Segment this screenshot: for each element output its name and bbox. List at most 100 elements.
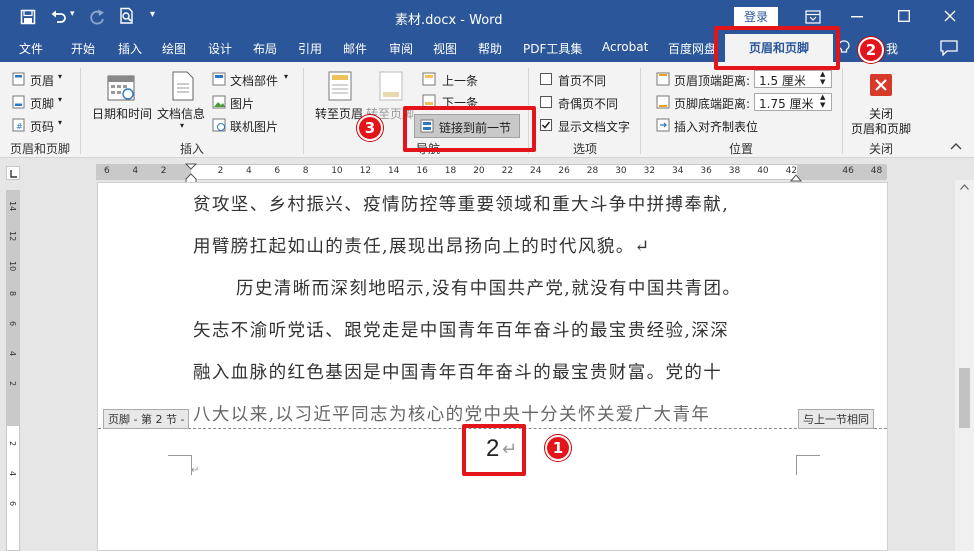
same-as-previous-tag: 与上一节相同 (798, 409, 874, 429)
ruler-tick-label: 24 (530, 166, 542, 176)
different-first-page-checkbox[interactable] (540, 73, 552, 85)
goto-header-button[interactable]: 转至页眉 (315, 105, 363, 122)
page-number-dropdown-icon[interactable]: ▾ (58, 118, 62, 127)
ruler-tick-label: 18 (444, 166, 457, 176)
header-top-spinner-icon[interactable]: ▲ ▼ (820, 70, 825, 86)
group-separator (842, 68, 843, 154)
tab-draw[interactable]: 绘图 (162, 40, 186, 57)
save-icon[interactable] (20, 9, 36, 25)
vertical-scrollbar[interactable] (955, 180, 974, 551)
tell-me-search[interactable]: 我 (886, 40, 898, 57)
close-header-footer-line2[interactable]: 页眉和页脚 (851, 120, 911, 137)
footer-bottom-distance-value: 1.75 厘米 (759, 97, 814, 111)
tab-insert[interactable]: 插入 (118, 40, 142, 57)
ruler-tick-label: 26 (558, 166, 570, 176)
tab-baidu-netdisk[interactable]: 百度网盘 (668, 40, 716, 57)
tab-file[interactable]: 文件 (19, 40, 43, 57)
tab-acrobat[interactable]: Acrobat (602, 40, 648, 54)
crop-mark-right (796, 455, 820, 475)
different-odd-even-checkbox[interactable] (540, 96, 552, 108)
body-line-6: 八大以来,以习近平同志为核心的党中央十分关怀关爱广大青年 (193, 405, 711, 425)
close-header-footer-icon[interactable] (870, 74, 892, 96)
show-document-text-checkbox[interactable] (540, 119, 552, 131)
document-info-dropdown-icon[interactable]: ▾ (180, 121, 184, 130)
ruler-tick-label: 6 (274, 166, 281, 176)
ruler-tick-label: 38 (728, 166, 741, 176)
highlight-box-page-number (462, 424, 526, 476)
show-document-text-label: 显示文档文字 (558, 120, 631, 134)
print-preview-icon[interactable] (118, 7, 136, 25)
ruler-tick-label: 12 (359, 166, 372, 176)
ruler-tick-label: 4 (132, 166, 139, 176)
body-line-4: 矢志不渝听党话、跟党走是中国青年百年奋斗的最宝贵经验,深深 (193, 321, 730, 341)
tab-design[interactable]: 设计 (208, 40, 232, 57)
ruler-tick-label: 46 (842, 166, 854, 176)
horizontal-ruler[interactable]: 6 4 2 2 4 6 8 10 12 14 16 18 20 22 24 26 28 30 32 34 36 38 40 4… (96, 164, 887, 180)
document-info-icon (172, 71, 194, 101)
maximize-icon[interactable] (898, 10, 910, 22)
tab-review[interactable]: 审阅 (389, 40, 413, 57)
login-button[interactable]: 登录 (734, 7, 778, 27)
goto-footer-icon (379, 71, 403, 101)
header-dropdown-icon[interactable]: ▾ (58, 72, 62, 81)
collapse-ribbon-icon[interactable] (950, 142, 962, 150)
ruler-tick-label: 40 (757, 166, 769, 176)
vruler-shaded (7, 191, 19, 426)
ruler-left-margin (97, 165, 191, 179)
vertical-ruler[interactable]: 14 12 10 8 6 4 2 2 4 6 (6, 190, 20, 551)
ribbon-display-options-icon[interactable] (805, 10, 821, 24)
redo-icon[interactable] (88, 8, 106, 26)
document-title: 素材.docx - Word (395, 13, 503, 28)
vruler-tick-label: 14 (8, 201, 17, 212)
tab-view[interactable]: 视图 (433, 40, 457, 57)
comments-icon[interactable] (940, 40, 958, 56)
close-icon[interactable] (944, 10, 956, 22)
previous-button[interactable]: 上一条 (442, 72, 478, 89)
different-first-page-label: 首页不同 (558, 74, 607, 88)
crop-mark-left (168, 455, 192, 475)
pictures-button[interactable]: 图片 (230, 95, 254, 112)
undo-dropdown-icon[interactable]: ▾ (70, 9, 75, 19)
annotation-badge-1: 1 (545, 435, 571, 461)
svg-text:#: # (16, 122, 23, 131)
footer-dropdown-icon[interactable]: ▾ (58, 95, 62, 104)
page-number-button[interactable]: 页码 (30, 118, 54, 135)
footer-bottom-spinner-icon[interactable]: ▲ ▼ (820, 93, 825, 109)
tab-layout[interactable]: 布局 (253, 40, 277, 57)
scrollbar-thumb[interactable] (959, 368, 970, 428)
header-top-icon (656, 72, 670, 86)
online-pictures-button[interactable]: 联机图片 (230, 118, 278, 135)
ruler-tick-label: 48 (870, 166, 883, 176)
quick-parts-dropdown-icon[interactable]: ▾ (284, 72, 288, 81)
document-page[interactable]: 贫攻坚、乡村振兴、疫情防控等重要领域和重大斗争中拼搏奉献, 用臂膀扛起如山的责任… (97, 182, 888, 551)
tab-references[interactable]: 引用 (298, 40, 322, 57)
online-picture-icon (212, 118, 226, 132)
vruler-tick-label: 4 (8, 351, 17, 357)
header-top-distance-value: 1.5 厘米 (759, 74, 806, 88)
tab-help[interactable]: 帮助 (478, 40, 502, 57)
undo-icon[interactable] (50, 8, 68, 26)
tab-selector-button[interactable] (6, 166, 20, 180)
vruler-tick-label: 2 (8, 381, 17, 387)
document-info-button[interactable]: 文档信息 (157, 105, 205, 122)
different-odd-even-label: 奇偶页不同 (558, 97, 619, 111)
quick-parts-button[interactable]: 文档部件 (230, 72, 278, 89)
footer-bottom-icon (656, 95, 670, 109)
customize-toolbar-icon[interactable]: ▾ (150, 9, 155, 20)
date-time-button[interactable]: 日期和时间 (92, 105, 152, 122)
tab-home[interactable]: 开始 (71, 40, 95, 57)
vruler-tick-label: 10 (8, 261, 17, 272)
tab-mailings[interactable]: 邮件 (343, 40, 367, 57)
checkmark-icon (541, 121, 551, 129)
right-indent-marker-icon[interactable] (790, 172, 802, 182)
scroll-up-icon[interactable] (960, 184, 969, 190)
insert-alignment-tab-button[interactable]: 插入对齐制表位 (674, 118, 758, 135)
tab-pdf-tools[interactable]: PDF工具集 (523, 40, 582, 57)
header-button[interactable]: 页眉 (30, 72, 54, 89)
footer-bottom-distance-label: 页脚底端距离: (674, 97, 751, 111)
group-label-position: 位置 (729, 142, 754, 156)
footer-button[interactable]: 页脚 (30, 95, 54, 112)
body-line-3: 历史清晰而深刻地昭示,没有中国共产党,就没有中国共青团。 (236, 279, 742, 299)
minimize-icon[interactable] (851, 16, 863, 18)
footer-icon (12, 95, 25, 109)
